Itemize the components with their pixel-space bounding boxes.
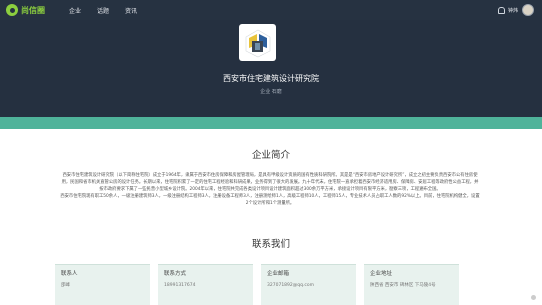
user-name[interactable]: 钟炜 xyxy=(508,7,518,14)
nav-item-topics[interactable]: 话题 xyxy=(97,6,109,15)
card-value: 邵峰 xyxy=(61,283,70,288)
contact-card-person: 联系人 邵峰 xyxy=(55,264,150,305)
contact-cards: 联系人 邵峰 联系方式 18991317674 企业邮箱 327071892@q… xyxy=(55,264,459,305)
notification-bell-icon[interactable] xyxy=(497,6,505,14)
user-area: 钟炜 xyxy=(497,0,534,20)
avatar[interactable] xyxy=(522,4,534,16)
intro-text: 西安市住宅建筑设计研究院（以下简称住宅院）成立于1964年，隶属于西安市住房保障… xyxy=(60,172,480,207)
scroll-indicator-icon xyxy=(531,295,536,300)
accent-band xyxy=(0,117,542,129)
company-meta: 企业 石磨 xyxy=(260,89,282,95)
card-title: 企业地址 xyxy=(370,271,393,277)
card-title: 联系人 xyxy=(61,271,78,277)
company-logo-icon xyxy=(245,29,270,57)
intro-paragraph-2: 西安市住宅院现有职工50余人，一级注册建筑师3人，一级注册结构工程师3人，注册设… xyxy=(60,194,480,206)
logo-circle-icon xyxy=(6,4,18,16)
nav-item-news[interactable]: 资讯 xyxy=(125,6,137,15)
card-value: 陕西省 西安市 碑林区 下马陵4号 xyxy=(370,283,436,288)
contact-card-email: 企业邮箱 327071892@qq.com xyxy=(261,264,356,305)
card-title: 联系方式 xyxy=(164,271,187,277)
intro-paragraph-1: 西安市住宅建筑设计研究院（以下简称住宅院）成立于1964年，隶属于西安市住房保障… xyxy=(61,173,479,192)
card-value: 327071892@qq.com xyxy=(267,283,315,288)
intro-heading: 企业简介 xyxy=(251,150,290,161)
company-logo xyxy=(239,24,276,61)
contact-card-address: 企业地址 陕西省 西安市 碑林区 下马陵4号 xyxy=(364,264,459,305)
company-name: 西安市住宅建筑设计研究院 xyxy=(223,74,319,83)
site-logo[interactable]: 尚信圈 xyxy=(6,4,45,16)
company-hero-banner: 西安市住宅建筑设计研究院 企业 石磨 xyxy=(0,20,542,117)
logo-text: 尚信圈 xyxy=(21,5,45,15)
top-navigation-bar: 尚信圈 企业 话题 资讯 钟炜 xyxy=(0,0,542,20)
nav-item-enterprise[interactable]: 企业 xyxy=(69,6,81,15)
card-title: 企业邮箱 xyxy=(267,271,290,277)
main-nav: 企业 话题 资讯 xyxy=(69,6,153,15)
contact-heading: 联系我们 xyxy=(251,239,290,250)
contact-card-phone: 联系方式 18991317674 xyxy=(158,264,253,305)
card-value: 18991317674 xyxy=(164,283,196,288)
